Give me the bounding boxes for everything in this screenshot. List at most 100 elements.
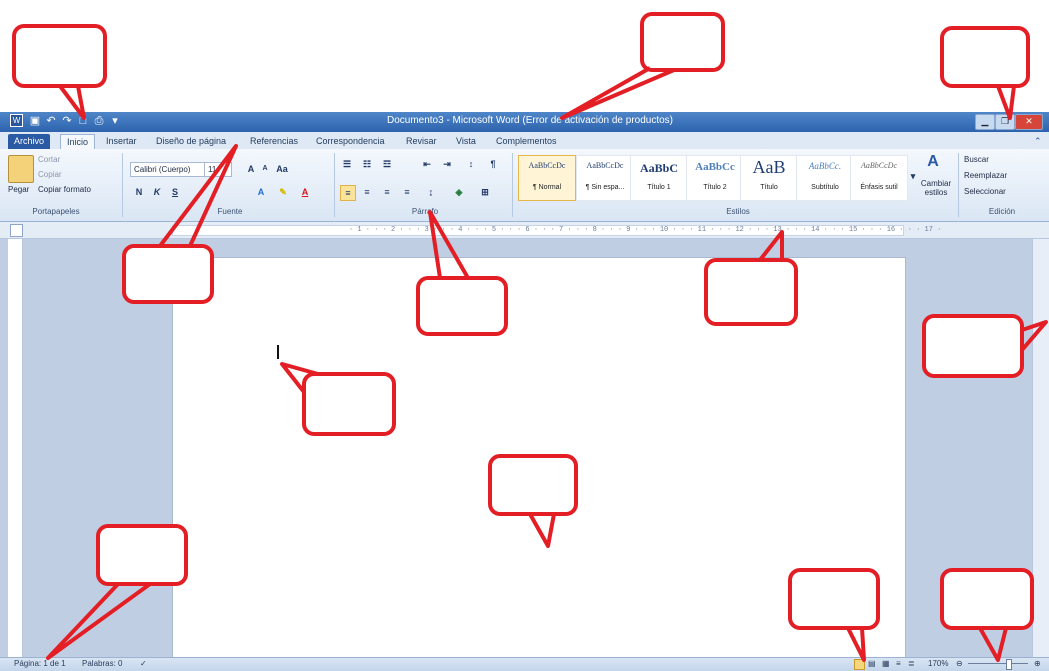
change-case-button[interactable]: Aa <box>275 162 289 176</box>
horizontal-ruler[interactable]: · 1 · · · 2 · · · 3 · · · 4 · · · 5 · · … <box>0 222 1049 239</box>
style-titulo-1[interactable]: AaBbC Título 1 <box>630 155 688 201</box>
page-count[interactable]: Página: 1 de 1 <box>14 659 66 668</box>
style-preview: AaBbC <box>639 161 678 175</box>
save-icon[interactable]: ▣ <box>28 114 42 128</box>
tab-vista[interactable]: Vista <box>450 134 482 149</box>
ruler-marks: · 1 · · · 2 · · · 3 · · · 4 · · · 5 · · … <box>349 226 942 234</box>
underline-button[interactable]: S <box>168 185 182 199</box>
pointer <box>560 66 675 120</box>
bullets-icon[interactable]: ☰ <box>340 157 354 171</box>
word-count[interactable]: Palabras: 0 <box>82 659 122 668</box>
close-button[interactable]: ✕ <box>1015 114 1043 130</box>
numbering-icon[interactable]: ☷ <box>360 157 374 171</box>
group-label-portapapeles: Portapapeles <box>32 207 80 216</box>
italic-button[interactable]: K <box>150 185 164 199</box>
style-subtitulo[interactable]: AaBbCc. Subtítulo <box>796 155 854 201</box>
change-styles-button[interactable]: Cambiar estilos <box>918 179 954 197</box>
sort-icon[interactable]: ↕ <box>464 157 478 171</box>
redo-icon[interactable]: ↷ <box>60 114 74 128</box>
shading-icon[interactable]: ◈ <box>452 185 466 199</box>
print-icon[interactable]: ⎙ <box>92 114 106 128</box>
divider <box>122 153 123 217</box>
shrink-font-button[interactable]: A <box>258 162 272 176</box>
decrease-indent-icon[interactable]: ⇤ <box>420 157 434 171</box>
justify-icon[interactable]: ≡ <box>400 185 414 199</box>
vertical-ruler[interactable] <box>8 239 23 657</box>
font-color-icon[interactable]: A <box>298 185 312 199</box>
format-painter-button[interactable]: Copiar formato <box>38 185 91 194</box>
style-name: Título 2 <box>703 184 727 191</box>
align-center-icon[interactable]: ≡ <box>360 185 374 199</box>
callout-status-bar <box>96 524 188 586</box>
word-logo-icon[interactable]: W <box>10 114 23 127</box>
zoom-slider-thumb[interactable] <box>1006 659 1012 670</box>
zoom-level[interactable]: 170% <box>928 659 948 668</box>
tab-selector-icon[interactable] <box>10 224 23 237</box>
change-styles-icon[interactable]: A <box>926 154 940 170</box>
multilevel-list-icon[interactable]: ☲ <box>380 157 394 171</box>
tab-diseno-pagina[interactable]: Diseño de página <box>150 134 232 149</box>
undo-icon[interactable]: ↶ <box>44 114 58 128</box>
customize-icon[interactable]: ▾ <box>108 114 122 128</box>
proofing-icon[interactable]: ✓ <box>140 659 147 668</box>
select-button[interactable]: Seleccionar <box>964 187 1006 196</box>
ribbon-collapse-icon[interactable]: ⌃ <box>1028 134 1048 149</box>
zoom-in-icon[interactable]: ⊕ <box>1034 659 1041 668</box>
style-titulo-2[interactable]: AaBbCc Título 2 <box>686 155 744 201</box>
grow-font-button[interactable]: A <box>244 162 258 176</box>
ruler-track: · 1 · · · 2 · · · 3 · · · 4 · · · 5 · · … <box>172 225 941 236</box>
style-enfasis-sutil[interactable]: AaBbCcDc Énfasis sutil <box>850 155 908 201</box>
find-button[interactable]: Buscar <box>964 155 989 164</box>
style-titulo[interactable]: AaB Título <box>740 155 798 201</box>
paste-button[interactable]: Pegar <box>8 185 29 194</box>
callout-window-controls <box>940 26 1030 88</box>
outline-icon[interactable]: ≡ <box>896 659 901 668</box>
highlight-icon[interactable]: ✎ <box>276 185 290 199</box>
vertical-scrollbar[interactable] <box>1032 239 1049 657</box>
style-name: Título <box>760 184 778 191</box>
style-preview: AaBbCcDc <box>528 161 566 170</box>
paste-icon[interactable] <box>8 155 34 183</box>
align-right-icon[interactable]: ≡ <box>380 185 394 199</box>
tab-archivo[interactable]: Archivo <box>8 134 51 149</box>
style-name: Énfasis sutil <box>860 184 898 191</box>
text-effects-icon[interactable]: A <box>254 185 268 199</box>
callout-cursor <box>302 372 396 436</box>
draft-icon[interactable]: ≣ <box>908 659 915 668</box>
copy-button[interactable]: Copiar <box>38 170 62 179</box>
style-sin-espaciado[interactable]: AaBbCcDc ¶ Sin espa... <box>576 155 634 201</box>
minimize-button[interactable]: ▁ <box>975 114 995 130</box>
tab-insertar[interactable]: Insertar <box>100 134 143 149</box>
callout-ruler <box>704 258 798 326</box>
maximize-button[interactable]: ❐ <box>995 114 1015 130</box>
tab-complementos[interactable]: Complementos <box>490 134 563 149</box>
borders-icon[interactable]: ⊞ <box>478 185 492 199</box>
tab-referencias[interactable]: Referencias <box>244 134 304 149</box>
font-name-field[interactable]: Calibri (Cuerpo) <box>130 162 206 177</box>
full-screen-reading-icon[interactable]: ▤ <box>868 659 876 668</box>
show-formatting-button[interactable]: ¶ <box>486 157 500 171</box>
style-normal[interactable]: AaBbCcDc ¶ Normal <box>518 155 576 201</box>
print-layout-icon[interactable] <box>854 659 865 670</box>
bold-button[interactable]: N <box>132 185 146 199</box>
cut-button[interactable]: Cortar <box>38 155 60 164</box>
align-left-icon[interactable]: ≡ <box>340 185 356 201</box>
new-document-icon[interactable]: □ <box>76 114 90 128</box>
callout-zoom <box>940 568 1034 630</box>
zoom-out-icon[interactable]: ⊖ <box>956 659 963 668</box>
style-name: Título 1 <box>647 184 671 191</box>
web-layout-icon[interactable]: ▦ <box>882 659 890 668</box>
line-spacing-icon[interactable]: ↨ <box>424 185 438 199</box>
divider <box>512 153 513 217</box>
zoom-slider[interactable] <box>968 663 1028 664</box>
tab-inicio[interactable]: Inicio <box>60 134 96 150</box>
increase-indent-icon[interactable]: ⇥ <box>440 157 454 171</box>
replace-button[interactable]: Reemplazar <box>964 171 1007 180</box>
style-preview: AaBbCcDc <box>861 161 897 170</box>
text-cursor <box>277 345 279 359</box>
font-size-field[interactable]: 11 <box>204 162 232 177</box>
tab-correspondencia[interactable]: Correspondencia <box>310 134 391 149</box>
callout-document-area <box>488 454 578 516</box>
group-label-parrafo: Párrafo <box>411 207 439 216</box>
tab-revisar[interactable]: Revisar <box>400 134 443 149</box>
